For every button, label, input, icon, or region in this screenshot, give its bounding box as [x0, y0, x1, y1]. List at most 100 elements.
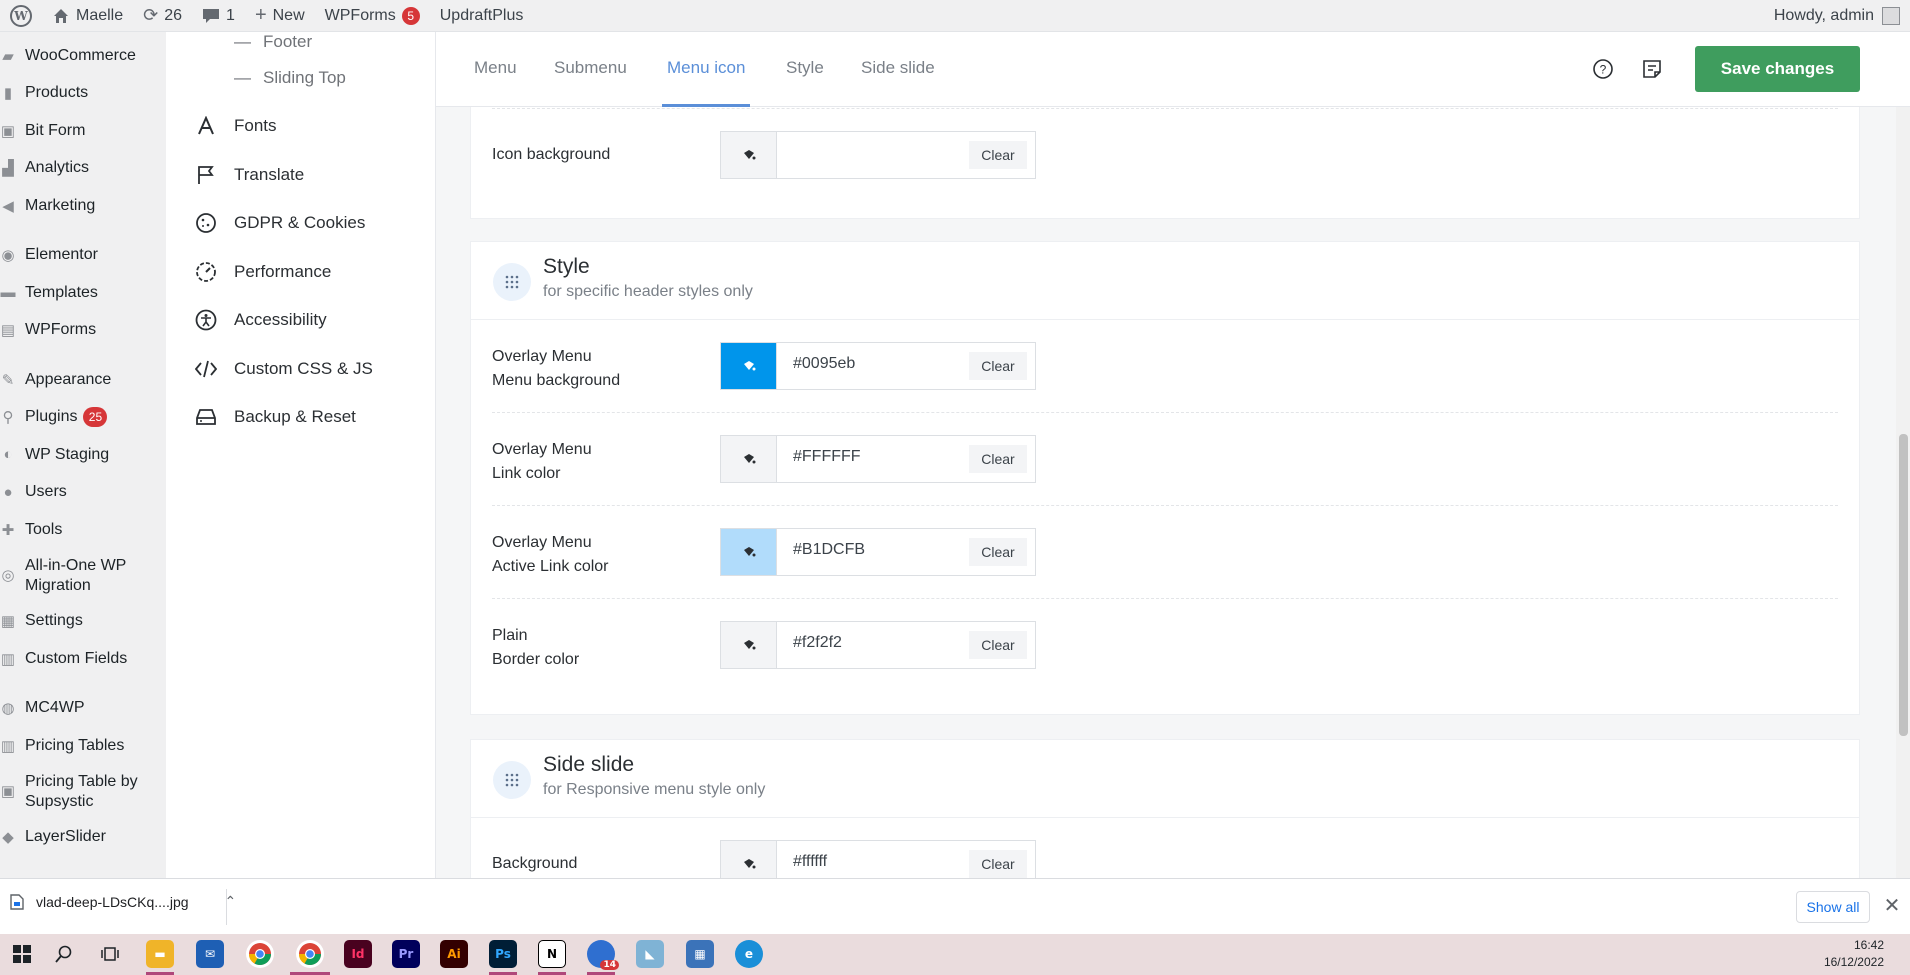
color-swatch-button[interactable]: [721, 529, 777, 575]
tab-side-slide[interactable]: Side slide: [861, 32, 935, 107]
menu-item-appearance[interactable]: ✎ Appearance: [0, 361, 166, 399]
comments-link[interactable]: 1: [192, 0, 245, 32]
menu-item-wp-staging[interactable]: ◐ WP Staging: [0, 436, 166, 474]
menu-item-settings[interactable]: ▦ Settings: [0, 603, 166, 641]
page-scrollbar[interactable]: [1896, 107, 1910, 878]
tab-menu[interactable]: Menu: [474, 32, 517, 107]
color-picker[interactable]: #B1DCFB Clear: [720, 528, 1036, 576]
migration-icon: ◎: [1, 566, 15, 584]
site-name-link[interactable]: Maelle: [42, 0, 133, 32]
nav-performance[interactable]: Performance: [166, 248, 435, 297]
subnav-sliding-top[interactable]: — Sliding Top: [166, 60, 435, 96]
indesign-icon[interactable]: Id: [344, 940, 372, 968]
app-icon[interactable]: ◣: [636, 940, 664, 968]
notion-icon[interactable]: N: [538, 940, 566, 968]
clear-button[interactable]: Clear: [969, 352, 1027, 380]
edge-dev-icon[interactable]: 14: [587, 940, 619, 970]
color-swatch-button[interactable]: [721, 622, 777, 668]
menu-item-users[interactable]: ● Users: [0, 474, 166, 512]
updates-link[interactable]: ⟳ 26: [133, 0, 192, 32]
color-picker[interactable]: #FFFFFF Clear: [720, 435, 1036, 483]
menu-item-woocommerce[interactable]: ▰ WooCommerce: [0, 37, 166, 75]
grid-dots-icon[interactable]: [493, 263, 531, 301]
clear-button[interactable]: Clear: [969, 850, 1027, 878]
menu-item-products[interactable]: ▮ Products: [0, 75, 166, 113]
illustrator-icon[interactable]: Ai: [440, 940, 468, 968]
menu-label: LayerSlider: [25, 828, 106, 846]
menu-item-custom-fields[interactable]: ▥ Custom Fields: [0, 640, 166, 678]
color-swatch-button[interactable]: [721, 343, 777, 389]
grid-dots-icon[interactable]: [493, 761, 531, 799]
clear-button[interactable]: Clear: [969, 141, 1027, 169]
clear-button[interactable]: Clear: [969, 445, 1027, 473]
wpforms-link[interactable]: WPForms 5: [315, 0, 430, 32]
edge-icon[interactable]: e: [735, 940, 763, 968]
menu-item-bit-form[interactable]: ▣ Bit Form: [0, 112, 166, 150]
menu-item-pricing-tables[interactable]: ▥ Pricing Tables: [0, 727, 166, 765]
avatar: [1882, 6, 1900, 25]
nav-accessibility[interactable]: Accessibility: [166, 296, 435, 345]
save-changes-button[interactable]: Save changes: [1695, 46, 1860, 92]
color-picker[interactable]: #0095eb Clear: [720, 342, 1036, 390]
updraftplus-link[interactable]: UpdraftPlus: [430, 0, 534, 32]
nav-backup-reset[interactable]: Backup & Reset: [166, 393, 435, 442]
color-picker[interactable]: #ffffff Clear: [720, 840, 1036, 878]
tab-style[interactable]: Style: [786, 32, 824, 107]
color-value[interactable]: #FFFFFF: [793, 448, 861, 466]
menu-item-layerslider[interactable]: ◆ LayerSlider: [0, 819, 166, 857]
account-menu[interactable]: Howdy, admin: [1774, 6, 1910, 25]
color-swatch-button[interactable]: [721, 132, 777, 178]
menu-item-mc4wp[interactable]: ◍ MC4WP: [0, 690, 166, 728]
color-value[interactable]: #0095eb: [793, 355, 855, 373]
nav-translate[interactable]: Translate: [166, 151, 435, 200]
menu-item-templates[interactable]: ▬ Templates: [0, 274, 166, 312]
chrome-icon[interactable]: [246, 940, 274, 968]
color-swatch-button[interactable]: [721, 436, 777, 482]
paint-bucket-icon: [743, 640, 755, 650]
menu-item-analytics[interactable]: ▟ Analytics: [0, 150, 166, 188]
nav-custom-css-js[interactable]: Custom CSS & JS: [166, 345, 435, 394]
nav-fonts[interactable]: Fonts: [166, 102, 435, 151]
paint-bucket-icon: [743, 454, 755, 464]
clear-button[interactable]: Clear: [969, 538, 1027, 566]
calculator-icon[interactable]: ▦: [686, 940, 714, 968]
subnav-footer[interactable]: — Footer: [166, 32, 435, 60]
download-item[interactable]: vlad-deep-LDsCKq....jpg ⌃: [10, 893, 236, 910]
menu-item-wpforms[interactable]: ▤ WPForms: [0, 312, 166, 350]
color-value[interactable]: #f2f2f2: [793, 634, 842, 652]
menu-item-all-in-one-migration[interactable]: ◎ All-in-One WP Migration: [0, 549, 166, 603]
help-icon[interactable]: ?: [1590, 56, 1616, 82]
color-value[interactable]: #ffffff: [793, 853, 827, 871]
scrollbar-thumb[interactable]: [1899, 434, 1908, 736]
icon-background-picker[interactable]: Clear: [720, 131, 1036, 179]
color-swatch-button[interactable]: [721, 841, 777, 878]
search-icon[interactable]: [50, 940, 78, 968]
premiere-icon[interactable]: Pr: [392, 940, 420, 968]
color-picker[interactable]: #f2f2f2 Clear: [720, 621, 1036, 669]
color-value[interactable]: #B1DCFB: [793, 541, 865, 559]
menu-item-tools[interactable]: ✚ Tools: [0, 511, 166, 549]
menu-item-plugins[interactable]: ⚲ Plugins 25: [0, 399, 166, 437]
menu-item-elementor[interactable]: ◉ Elementor: [0, 237, 166, 275]
menu-item-pricing-table-supsystic[interactable]: ▣ Pricing Table by Supsystic: [0, 765, 166, 819]
system-clock[interactable]: 16:42 16/12/2022: [1824, 937, 1884, 971]
wp-logo-menu[interactable]: W: [0, 0, 42, 32]
task-view-icon[interactable]: [96, 940, 124, 968]
nav-gdpr-cookies[interactable]: GDPR & Cookies: [166, 199, 435, 248]
windows-start-icon[interactable]: [8, 940, 36, 968]
clear-button[interactable]: Clear: [969, 631, 1027, 659]
file-explorer-icon[interactable]: ▬: [146, 940, 174, 968]
bitform-icon: ▣: [0, 122, 16, 140]
notes-icon[interactable]: [1639, 56, 1665, 82]
tab-menu-icon[interactable]: Menu icon: [662, 32, 751, 107]
tab-submenu[interactable]: Submenu: [554, 32, 627, 107]
close-icon[interactable]: ✕: [1882, 893, 1902, 921]
menu-item-marketing[interactable]: ◀ Marketing: [0, 187, 166, 225]
paint-bucket-icon: [743, 547, 755, 557]
chrome-profile-icon[interactable]: [296, 940, 324, 968]
show-all-button[interactable]: Show all: [1796, 891, 1870, 923]
nav-label: Backup & Reset: [234, 407, 356, 427]
new-content-link[interactable]: + New: [245, 0, 315, 32]
photoshop-icon[interactable]: Ps: [489, 940, 517, 968]
mail-icon[interactable]: ✉: [196, 940, 224, 968]
